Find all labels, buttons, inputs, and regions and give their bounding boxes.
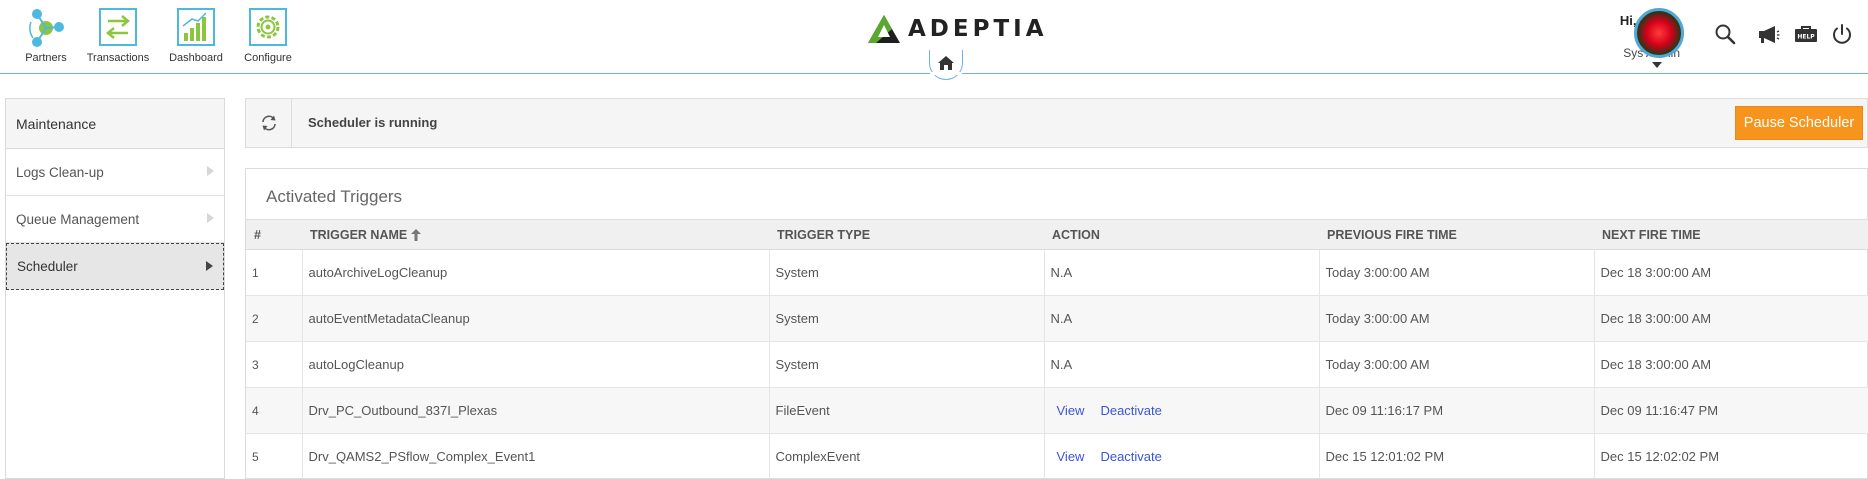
refresh-icon <box>261 115 276 131</box>
next-fire-time: Dec 15 12:02:02 PM <box>1594 433 1868 479</box>
refresh-button[interactable] <box>246 99 292 147</box>
sidebar-item-label: Logs Clean-up <box>16 164 104 180</box>
column-header-trigger-type[interactable]: TRIGGER TYPE <box>769 219 1044 250</box>
sidebar-item-logs-cleanup[interactable]: Logs Clean-up <box>6 149 224 196</box>
trigger-action: View Deactivate <box>1044 387 1320 434</box>
trigger-action: N.A <box>1044 295 1320 342</box>
previous-fire-time: Today 3:00:00 AM <box>1319 249 1595 296</box>
row-number: 1 <box>246 249 303 296</box>
column-header-action: ACTION <box>1044 219 1319 250</box>
table-row: 3 autoLogCleanup System N.A Today 3:00:0… <box>246 341 1868 388</box>
next-fire-time: Dec 18 3:00:00 AM <box>1594 249 1868 296</box>
logo-text: ADEPTIA <box>908 16 1048 42</box>
activated-triggers-panel: Activated Triggers # TRIGGER NAME TRIGGE… <box>245 168 1868 479</box>
trigger-action: View Deactivate <box>1044 433 1320 479</box>
home-tab-cover <box>930 72 962 75</box>
trigger-type: FileEvent <box>769 387 1045 434</box>
table-row: 2 autoEventMetadataCleanup System N.A To… <box>246 295 1868 342</box>
column-header-previous-fire-time[interactable]: PREVIOUS FIRE TIME <box>1319 219 1594 250</box>
nav-dashboard[interactable]: Dashboard <box>164 6 228 64</box>
nav-transactions-label: Transactions <box>86 52 150 64</box>
trigger-name: autoLogCleanup <box>302 341 770 388</box>
sidebar-item-scheduler[interactable]: Scheduler <box>6 243 224 290</box>
previous-fire-time: Dec 15 12:01:02 PM <box>1319 433 1595 479</box>
trigger-action: N.A <box>1044 341 1320 388</box>
previous-fire-time: Today 3:00:00 AM <box>1319 295 1595 342</box>
avatar[interactable] <box>1634 8 1684 58</box>
scheduler-bar: Scheduler is running Pause Scheduler <box>245 98 1868 148</box>
transactions-icon <box>99 8 137 46</box>
sidebar-item-label: Queue Management <box>16 211 140 227</box>
row-number: 5 <box>246 433 303 479</box>
row-number: 2 <box>246 295 303 342</box>
chevron-right-icon <box>207 213 214 223</box>
column-header-label: TRIGGER NAME <box>310 227 408 242</box>
scheduler-status: Scheduler is running <box>308 115 438 130</box>
triggers-table: # TRIGGER NAME TRIGGER TYPE ACTION PREVI… <box>246 219 1868 479</box>
nav-transactions[interactable]: Transactions <box>86 6 150 64</box>
next-fire-time: Dec 18 3:00:00 AM <box>1594 295 1868 342</box>
trigger-name: autoArchiveLogCleanup <box>302 249 770 296</box>
trigger-type: System <box>769 341 1045 388</box>
view-link[interactable]: View <box>1057 449 1085 464</box>
column-header-next-fire-time[interactable]: NEXT FIRE TIME <box>1594 219 1868 250</box>
partners-icon <box>29 9 64 47</box>
trigger-name: Drv_PC_Outbound_837I_Plexas <box>302 387 770 434</box>
panel-title: Activated Triggers <box>266 187 403 206</box>
nav-partners[interactable]: Partners <box>14 6 78 64</box>
nav-partners-label: Partners <box>25 52 67 64</box>
gear-icon <box>249 8 287 46</box>
next-fire-time: Dec 09 11:16:47 PM <box>1594 387 1868 434</box>
nav-configure[interactable]: Configure <box>236 6 300 64</box>
view-link[interactable]: View <box>1057 403 1085 418</box>
table-header-row: # TRIGGER NAME TRIGGER TYPE ACTION PREVI… <box>246 219 1868 250</box>
table-row: 4 Drv_PC_Outbound_837I_Plexas FileEvent … <box>246 387 1868 434</box>
next-fire-time: Dec 18 3:00:00 AM <box>1594 341 1868 388</box>
row-number: 4 <box>246 387 303 434</box>
sidebar: Maintenance Logs Clean-up Queue Manageme… <box>5 98 225 479</box>
sidebar-item-queue-management[interactable]: Queue Management <box>6 196 224 243</box>
home-button[interactable] <box>929 50 963 80</box>
column-header-number: # <box>246 219 302 250</box>
trigger-type: ComplexEvent <box>769 433 1045 479</box>
trigger-type: System <box>769 249 1045 296</box>
trigger-name: autoEventMetadataCleanup <box>302 295 770 342</box>
avatar-dropdown-caret[interactable] <box>1652 62 1662 68</box>
sidebar-item-label: Scheduler <box>17 259 78 274</box>
nav-configure-label: Configure <box>244 52 292 64</box>
megaphone-icon[interactable] <box>1756 22 1780 46</box>
dashboard-icon <box>177 8 215 46</box>
nav-dashboard-label: Dashboard <box>169 52 223 64</box>
help-icon[interactable]: HELP <box>1794 22 1818 46</box>
previous-fire-time: Today 3:00:00 AM <box>1319 341 1595 388</box>
adeptia-logo: ADEPTIA <box>866 12 1048 46</box>
home-icon <box>938 56 954 70</box>
chevron-right-icon <box>207 166 214 176</box>
previous-fire-time: Dec 09 11:16:17 PM <box>1319 387 1595 434</box>
logo-triangle-icon <box>868 15 900 43</box>
sidebar-title: Maintenance <box>6 99 224 149</box>
table-row: 5 Drv_QAMS2_PSflow_Complex_Event1 Comple… <box>246 433 1868 479</box>
sort-ascending-icon[interactable] <box>411 229 422 242</box>
row-number: 3 <box>246 341 303 388</box>
pause-scheduler-button[interactable]: Pause Scheduler <box>1735 106 1863 140</box>
trigger-action: N.A <box>1044 249 1320 296</box>
deactivate-link[interactable]: Deactivate <box>1100 403 1161 418</box>
chevron-right-icon <box>206 261 213 271</box>
table-row: 1 autoArchiveLogCleanup System N.A Today… <box>246 249 1868 296</box>
deactivate-link[interactable]: Deactivate <box>1100 449 1161 464</box>
trigger-type: System <box>769 295 1045 342</box>
search-icon[interactable] <box>1713 22 1737 46</box>
trigger-name: Drv_QAMS2_PSflow_Complex_Event1 <box>302 433 770 479</box>
power-icon[interactable] <box>1830 22 1854 46</box>
column-header-trigger-name[interactable]: TRIGGER NAME <box>302 219 769 250</box>
svg-text:HELP: HELP <box>1797 34 1815 41</box>
